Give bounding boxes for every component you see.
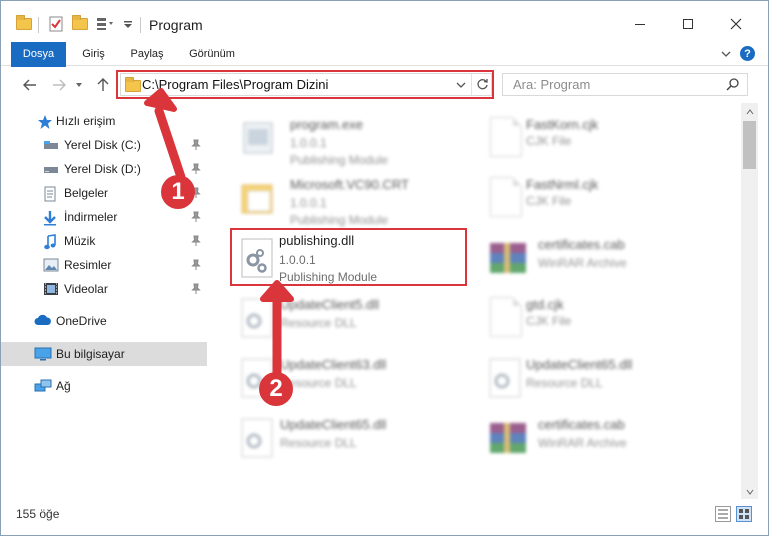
step-2-marker: 2	[259, 372, 293, 406]
explorer-window: Program Dosya Giriş Paylaş Görünüm ? C:\…	[0, 0, 769, 536]
step-1-marker: 1	[161, 175, 195, 209]
annotation-arrows	[144, 88, 294, 378]
